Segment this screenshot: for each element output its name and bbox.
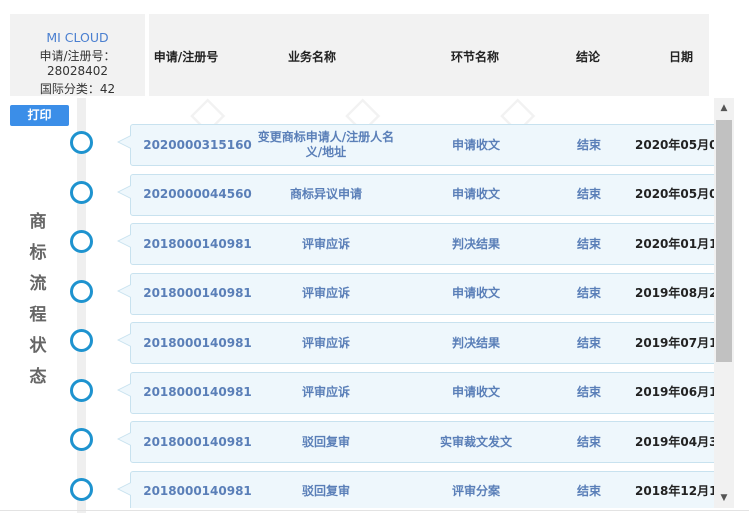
scrollbar-thumb[interactable] [716, 120, 732, 362]
column-header-step: 环节名称 [450, 50, 500, 64]
circle-icon [70, 378, 93, 402]
application-number[interactable]: 2020000315160 [131, 125, 264, 165]
step-name: 申请收文 [451, 385, 500, 399]
business-name: 商标异议申请 [289, 187, 362, 201]
process-row: 2020000315160 变更商标申请人/注册人名义/地址 申请收文 结束 2020年… [0, 124, 749, 166]
result: 结束 [576, 187, 601, 201]
application-number[interactable]: 2018000140981 [131, 422, 264, 462]
process-row: 2018000140981 评审应诉 判决结果 结束 2020年01月15 [0, 223, 749, 265]
business-name: 评审应诉 [301, 236, 350, 251]
process-list[interactable]: 2020000315160 变更商标申请人/注册人名义/地址 申请收文 结束 2020年… [0, 98, 749, 508]
step-name: 判决结果 [451, 236, 500, 251]
circle-icon [70, 329, 93, 352]
result: 结束 [576, 286, 601, 300]
column-header-date: 日期 [668, 50, 694, 64]
column-header-result: 结论 [575, 50, 601, 64]
application-number[interactable]: 2018000140981 [131, 472, 264, 509]
business-name: 评审应诉 [301, 286, 350, 300]
result: 结束 [576, 385, 601, 399]
registration-number: 申请/注册号：28028402 [39, 49, 116, 78]
step-name: 申请收文 [451, 187, 500, 201]
business-name: 驳回复审 [301, 434, 350, 449]
step-name: 申请收文 [451, 286, 500, 300]
process-card: 2018000140981 评审应诉 判决结果 结束 2019年07月17 [117, 322, 732, 364]
application-number[interactable]: 2018000140981 [131, 323, 264, 363]
process-card: 2018000140981 驳回复审 实审裁文发文 结束 2019年04月30 [117, 421, 732, 463]
result: 结束 [576, 434, 601, 449]
process-row: 2018000140981 驳回复审 评审分案 结束 2018年12月13 [0, 470, 749, 509]
application-number[interactable]: 2018000140981 [131, 373, 264, 413]
process-row: 2020000044560 商标异议申请 申请收文 结束 2020年05月06 [0, 173, 749, 216]
circle-icon [70, 180, 93, 204]
step-name: 申请收文 [451, 137, 500, 152]
process-row: 2018000140981 评审应诉 判决结果 结束 2019年07月17 [0, 322, 749, 364]
trademark-info-panel: MI CLOUD 申请/注册号：28028402 国际分类：42 [10, 14, 145, 96]
international-class: 国际分类：42 [39, 82, 116, 96]
circle-icon [70, 230, 93, 253]
step-name: 判决结果 [451, 335, 500, 350]
process-card: 2018000140981 评审应诉 申请收文 结束 2019年08月28 [117, 272, 732, 315]
circle-icon [70, 131, 93, 154]
circle-icon [70, 428, 93, 451]
result: 结束 [576, 137, 601, 152]
result: 结束 [576, 335, 601, 350]
application-number[interactable]: 2020000044560 [131, 175, 264, 215]
business-name: 变更商标申请人/注册人名义/地址 [257, 130, 395, 159]
column-header-business: 业务名称 [287, 50, 337, 64]
circle-icon [70, 477, 93, 501]
application-number[interactable]: 2018000140981 [131, 224, 264, 264]
bottom-divider [0, 510, 749, 511]
process-row: 2018000140981 评审应诉 申请收文 结束 2019年06月10 [0, 371, 749, 414]
column-header-number: 申请/注册号 [153, 50, 219, 64]
circle-icon [70, 279, 93, 303]
process-card: 2018000140981 驳回复审 评审分案 结束 2018年12月13 [117, 470, 732, 509]
process-row: 2018000140981 评审应诉 申请收文 结束 2019年08月28 [0, 272, 749, 315]
business-name: 驳回复审 [301, 484, 350, 498]
result: 结束 [576, 236, 601, 251]
scrollbar[interactable]: ▲ ▼ [714, 98, 734, 508]
result: 结束 [576, 484, 601, 498]
table-header: 申请/注册号 业务名称 环节名称 结论 日期 [149, 14, 709, 96]
process-card: 2018000140981 评审应诉 判决结果 结束 2020年01月15 [117, 223, 732, 265]
step-name: 评审分案 [451, 484, 500, 498]
arrow-down-icon[interactable]: ▼ [714, 488, 734, 508]
process-row: 2018000140981 驳回复审 实审裁文发文 结束 2019年04月30 [0, 421, 749, 463]
process-card: 2020000315160 变更商标申请人/注册人名义/地址 申请收文 结束 2020年… [117, 124, 732, 166]
business-name: 评审应诉 [301, 385, 350, 399]
process-card: 2018000140981 评审应诉 申请收文 结束 2019年06月10 [117, 371, 732, 414]
application-number[interactable]: 2018000140981 [131, 274, 264, 314]
arrow-up-icon[interactable]: ▲ [714, 98, 734, 118]
business-name: 评审应诉 [301, 335, 350, 350]
process-card: 2020000044560 商标异议申请 申请收文 结束 2020年05月06 [117, 173, 732, 216]
step-name: 实审裁文发文 [439, 434, 512, 449]
trademark-name: MI CLOUD [46, 30, 109, 45]
